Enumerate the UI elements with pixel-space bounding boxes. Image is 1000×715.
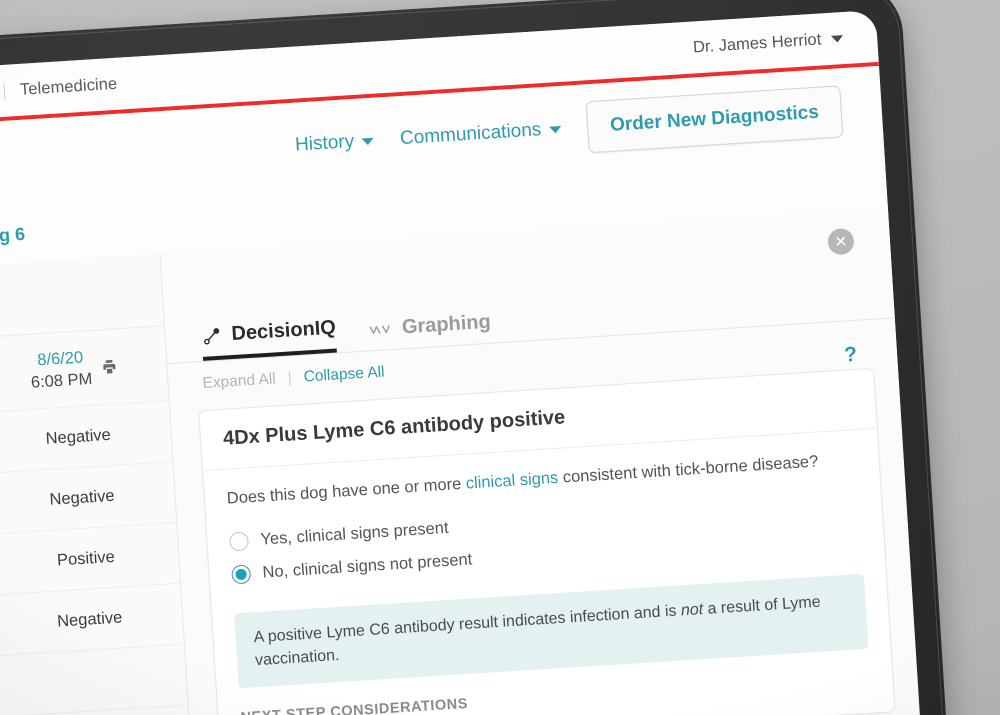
help-icon[interactable]: ? — [844, 343, 858, 368]
control-separator: | — [287, 369, 293, 387]
content-area: 8/6/20 6:08 PM Negative Negative Positiv… — [0, 207, 931, 715]
clinical-signs-link[interactable]: clinical signs — [465, 469, 559, 493]
chevron-down-icon — [549, 125, 562, 134]
order-new-diagnostics-button[interactable]: Order New Diagnostics — [585, 85, 844, 154]
user-menu[interactable]: Dr. James Herriot — [693, 29, 844, 57]
result-value: Negative — [56, 608, 123, 631]
option-no-label: No, clinical signs not present — [262, 550, 473, 582]
result-value — [1, 667, 187, 695]
tab-graphing-label: Graphing — [401, 310, 492, 339]
tab-decisioniq-label: DecisionIQ — [230, 316, 337, 346]
history-label: History — [294, 131, 355, 156]
info-emphasis: not — [680, 600, 704, 620]
communications-dropdown[interactable]: Communications — [399, 118, 562, 150]
result-date: 8/6/20 — [36, 347, 84, 369]
result-column-header[interactable]: 8/6/20 6:08 PM — [0, 335, 168, 404]
tablet-screen: Home Directory of Services Imaging Telem… — [0, 9, 931, 715]
printer-icon[interactable] — [101, 358, 118, 375]
radio-button-selected[interactable] — [231, 564, 252, 585]
question-part-1: Does this dog have one or more — [226, 474, 467, 508]
nav-item-telemedicine[interactable]: Telemedicine — [4, 73, 132, 100]
radio-button-unselected[interactable] — [228, 531, 250, 552]
results-table: 8/6/20 6:08 PM Negative Negative Positiv… — [0, 325, 188, 715]
decisioniq-panel: ✕ DecisionIQ Graphing Expand All | Colla… — [159, 207, 931, 715]
result-time: 6:08 PM — [30, 369, 93, 392]
question-part-2: consistent with tick-borne disease? — [557, 452, 819, 487]
zigzag-graph-icon — [369, 324, 391, 334]
result-value: Negative — [45, 425, 112, 448]
page-background: Home Directory of Services Imaging Telem… — [0, 0, 1000, 715]
history-dropdown[interactable]: History — [294, 130, 375, 157]
user-name-label: Dr. James Herriot — [692, 29, 822, 56]
info-part-1: A positive Lyme C6 antibody result indic… — [253, 602, 682, 647]
chevron-down-icon — [830, 34, 844, 43]
close-button[interactable]: ✕ — [827, 227, 855, 256]
tablet-device-frame: Home Directory of Services Imaging Telem… — [0, 0, 958, 715]
result-value: Negative — [48, 486, 116, 509]
communications-label: Communications — [399, 119, 542, 150]
decisioniq-card: 4Dx Plus Lyme C6 antibody positive Does … — [198, 367, 896, 715]
collapse-all-link[interactable]: Collapse All — [303, 364, 385, 387]
option-yes-label: Yes, clinical signs present — [259, 518, 450, 549]
decision-path-icon — [204, 327, 220, 344]
chevron-down-icon — [361, 137, 375, 145]
table-row[interactable] — [0, 644, 188, 715]
result-value: Positive — [56, 547, 116, 569]
expand-all-link[interactable]: Expand All — [202, 370, 276, 393]
timeline-date-aug-6[interactable]: Aug 6 — [0, 223, 26, 247]
